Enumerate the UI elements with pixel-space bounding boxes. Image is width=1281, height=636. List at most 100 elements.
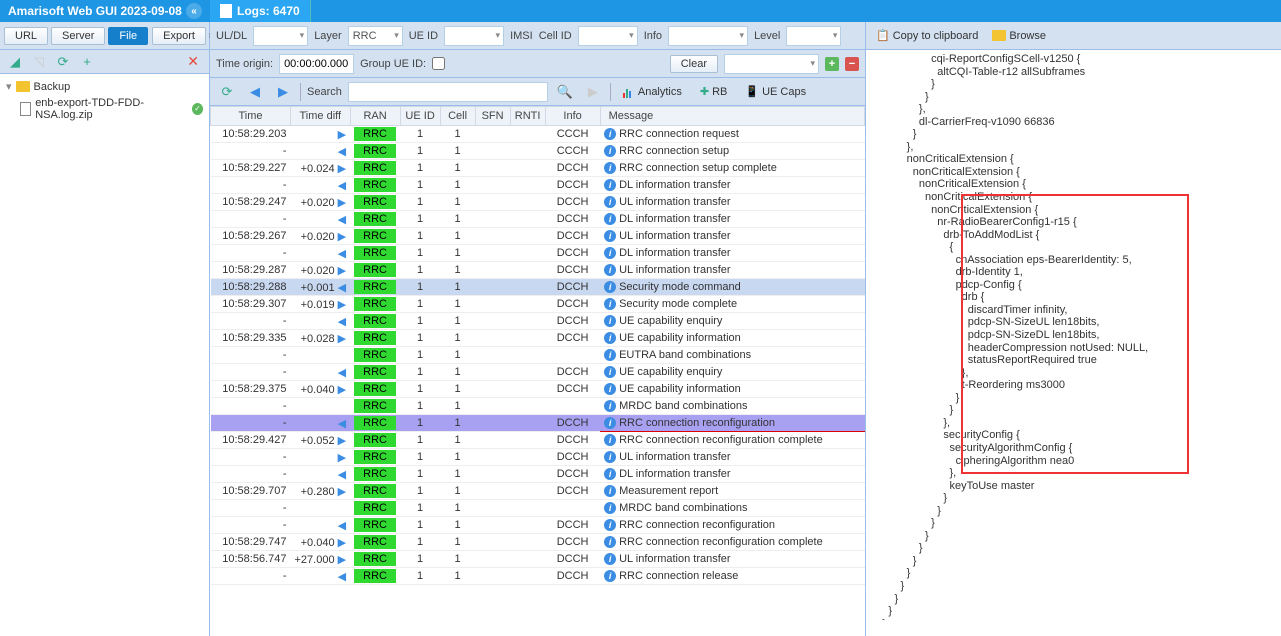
table-row[interactable]: - ◀RRC11DCCHiDL information transfer	[211, 466, 865, 483]
refresh2-icon[interactable]: ⟳	[216, 81, 238, 103]
rb-icon: ✚	[700, 85, 709, 98]
col-message[interactable]: Message	[600, 107, 864, 126]
table-row[interactable]: 10:58:29.307+0.019 ▶RRC11DCCHiSecurity m…	[211, 296, 865, 313]
detail-text[interactable]: cqi-ReportConfigSCell-v1250 { altCQI-Tab…	[866, 50, 1281, 620]
table-row[interactable]: - ◀RRC11CCCHiRRC connection setup	[211, 143, 865, 160]
server-button[interactable]: Server	[51, 27, 105, 45]
group-ueid-checkbox[interactable]	[432, 57, 445, 70]
collapse-icon[interactable]: ◹	[28, 51, 50, 73]
layer-label: Layer	[314, 30, 342, 42]
nav-back-icon[interactable]: ◀	[244, 81, 266, 103]
browse-button[interactable]: Browse	[986, 28, 1052, 44]
check-icon: ✓	[192, 103, 203, 115]
col-time[interactable]: Time	[211, 107, 291, 126]
table-row[interactable]: - ◀RRC11DCCHiDL information transfer	[211, 245, 865, 262]
tab-logs-label: Logs: 6470	[237, 4, 300, 18]
tab-logs[interactable]: Logs: 6470	[210, 0, 311, 22]
table-row[interactable]: - ◀RRC11DCCHiUE capability enquiry	[211, 364, 865, 381]
minus-icon[interactable]: −	[845, 57, 859, 71]
log-table: Time Time diff RAN UE ID Cell SFN RNTI I…	[210, 106, 865, 585]
document-icon	[220, 4, 232, 18]
left-scrollbar[interactable]	[0, 620, 209, 636]
table-row[interactable]: 10:58:29.267+0.020 ▶RRC11DCCHiUL informa…	[211, 228, 865, 245]
export-button[interactable]: Export	[152, 27, 206, 45]
col-info[interactable]: Info	[545, 107, 600, 126]
table-row[interactable]: - ◀RRC11DCCHiRRC connection reconfigurat…	[211, 517, 865, 534]
right-scrollbar[interactable]	[866, 620, 1281, 636]
binoculars-icon[interactable]: 🔍	[554, 81, 576, 103]
info-label: Info	[644, 30, 662, 42]
col-timediff[interactable]: Time diff	[291, 107, 351, 126]
group-ueid-label: Group UE ID:	[360, 58, 426, 70]
table-row[interactable]: 10:58:29.247+0.020 ▶RRC11DCCHiUL informa…	[211, 194, 865, 211]
plus-icon[interactable]: +	[825, 57, 839, 71]
info-combo[interactable]	[668, 26, 748, 46]
ueid-combo[interactable]	[444, 26, 504, 46]
app-title-text: Amarisoft Web GUI 2023-09-08	[8, 4, 182, 18]
center-scrollbar[interactable]	[210, 620, 865, 636]
table-row[interactable]: 10:58:29.335+0.028 ▶RRC11DCCHiUE capabil…	[211, 330, 865, 347]
refresh-icon[interactable]: ⟳	[52, 51, 74, 73]
url-button[interactable]: URL	[4, 27, 48, 45]
title-bar: Amarisoft Web GUI 2023-09-08 « Logs: 647…	[0, 0, 1281, 22]
layer-combo[interactable]: RRC	[348, 26, 403, 46]
analytics-button[interactable]: Analytics	[617, 84, 688, 100]
table-row[interactable]: - RRC11iMRDC band combinations	[211, 500, 865, 517]
table-row[interactable]: - RRC11iMRDC band combinations	[211, 398, 865, 415]
col-rnti[interactable]: RNTI	[510, 107, 545, 126]
rb-button[interactable]: ✚ RB	[694, 83, 734, 100]
table-row[interactable]: 10:58:29.747+0.040 ▶RRC11DCCHiRRC connec…	[211, 534, 865, 551]
level-combo[interactable]	[786, 26, 841, 46]
table-row[interactable]: 10:58:56.747+27.000 ▶RRC11DCCHiUL inform…	[211, 551, 865, 568]
col-cell[interactable]: Cell	[440, 107, 475, 126]
table-row[interactable]: - ◀RRC11DCCHiRRC connection release	[211, 568, 865, 585]
imsi-label: IMSI	[510, 30, 533, 42]
clear-button[interactable]: Clear	[670, 55, 718, 73]
phone-icon: 📱	[745, 85, 759, 98]
folder-icon	[992, 30, 1006, 41]
file-button[interactable]: File	[108, 27, 148, 45]
close-icon[interactable]: ✕	[181, 53, 205, 70]
search-label: Search	[307, 86, 342, 98]
level-label: Level	[754, 30, 780, 42]
uldl-label: UL/DL	[216, 30, 247, 42]
history-combo[interactable]	[724, 54, 819, 74]
uecaps-button[interactable]: 📱 UE Caps	[739, 83, 812, 100]
table-row[interactable]: 10:58:29.227+0.024 ▶RRC11DCCHiRRC connec…	[211, 160, 865, 177]
table-row[interactable]: - ◀RRC11DCCHiRRC connection reconfigurat…	[211, 415, 865, 432]
clipboard-icon: 📋	[876, 29, 890, 42]
ueid-label: UE ID	[409, 30, 438, 42]
file-tree: ▾ Backup enb-export-TDD-FDD-NSA.log.zip …	[0, 74, 209, 620]
file-icon	[20, 102, 31, 116]
time-origin-input[interactable]	[279, 54, 354, 74]
table-row[interactable]: 10:58:29.287+0.020 ▶RRC11DCCHiUL informa…	[211, 262, 865, 279]
table-row[interactable]: 10:58:29.288+0.001 ◀RRC11DCCHiSecurity m…	[211, 279, 865, 296]
table-row[interactable]: - ◀RRC11DCCHiDL information transfer	[211, 177, 865, 194]
col-ueid[interactable]: UE ID	[400, 107, 440, 126]
add-icon[interactable]: +	[76, 51, 98, 73]
uldl-combo[interactable]	[253, 26, 308, 46]
time-origin-label: Time origin:	[216, 58, 273, 70]
collapse-left-icon[interactable]: «	[186, 3, 202, 19]
table-row[interactable]: 10:58:29.375+0.040 ▶RRC11DCCHiUE capabil…	[211, 381, 865, 398]
col-ran[interactable]: RAN	[350, 107, 400, 126]
chart-icon	[623, 86, 635, 98]
table-row[interactable]: 10:58:29.427+0.052 ▶RRC11DCCHiRRC connec…	[211, 432, 865, 449]
table-row[interactable]: - RRC11iEUTRA band combinations	[211, 347, 865, 364]
table-row[interactable]: 10:58:29.707+0.280 ▶RRC11DCCHiMeasuremen…	[211, 483, 865, 500]
table-row[interactable]: - ◀RRC11DCCHiUE capability enquiry	[211, 313, 865, 330]
table-row[interactable]: - ◀RRC11DCCHiDL information transfer	[211, 211, 865, 228]
copy-clipboard-button[interactable]: 📋 Copy to clipboard	[870, 27, 984, 44]
cellid-combo[interactable]	[578, 26, 638, 46]
search-input[interactable]	[348, 82, 548, 102]
col-sfn[interactable]: SFN	[475, 107, 510, 126]
table-row[interactable]: 10:58:29.203 ▶RRC11CCCHiRRC connection r…	[211, 126, 865, 143]
tree-file-item[interactable]: enb-export-TDD-FDD-NSA.log.zip ✓	[2, 95, 207, 123]
table-row[interactable]: - ▶RRC11DCCHiUL information transfer	[211, 449, 865, 466]
nav-fwd-icon[interactable]: ▶	[272, 81, 294, 103]
tree-folder-backup[interactable]: ▾ Backup	[2, 78, 207, 95]
folder-icon	[16, 81, 30, 92]
expand-icon[interactable]: ◢	[4, 51, 26, 73]
search-next-icon[interactable]: ▶	[582, 81, 604, 103]
cellid-label: Cell ID	[539, 30, 572, 42]
